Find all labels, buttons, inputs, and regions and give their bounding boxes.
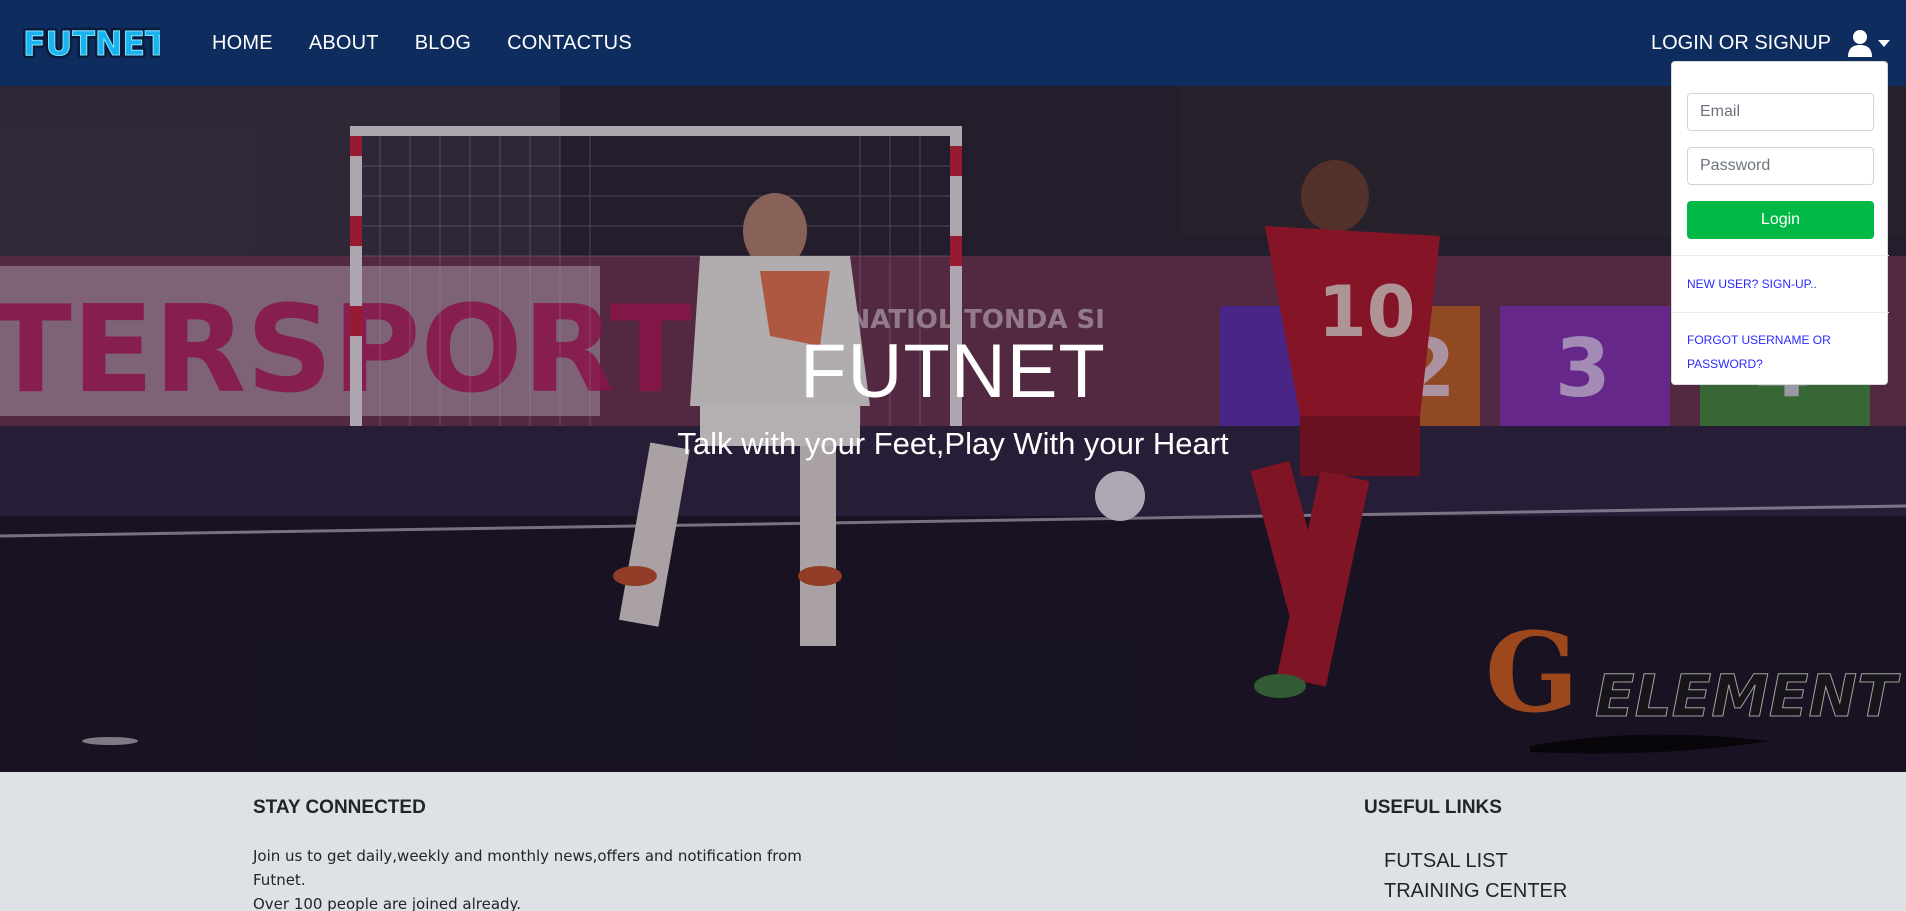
signup-link[interactable]: NEW USER? SIGN-UP.. <box>1687 272 1817 296</box>
hero-title: FUTNET <box>800 329 1106 414</box>
main-nav: HOME ABOUT BLOG CONTACTUS <box>212 0 668 86</box>
nav-blog-link[interactable]: BLOG <box>415 32 471 55</box>
stay-connected-text: Join us to get daily,weekly and monthly … <box>253 844 823 911</box>
useful-links-list: FUTSAL LIST TRAINING CENTER <box>1384 846 1567 906</box>
caret-down-icon <box>1878 39 1890 47</box>
nav-contact-link[interactable]: CONTACTUS <box>507 32 632 55</box>
login-dropdown: Login NEW USER? SIGN-UP.. FORGOT USERNAM… <box>1671 61 1889 385</box>
stay-connected-title: STAY CONNECTED <box>253 797 426 818</box>
dropdown-divider <box>1672 312 1889 313</box>
nav-about-link[interactable]: ABOUT <box>309 32 379 55</box>
hero-section: TERSPORT ASINATIOLITONDA SI 2 3 4 <box>0 86 1906 772</box>
footer: STAY CONNECTED Join us to get daily,week… <box>0 772 1906 911</box>
hero-tagline: Talk with your Feet,Play With your Heart <box>677 426 1229 461</box>
brand-logo[interactable]: FUTNET FUTNET <box>20 20 160 62</box>
futsal-list-link[interactable]: FUTSAL LIST <box>1384 846 1567 876</box>
email-field[interactable] <box>1687 93 1874 131</box>
stay-connected-count: Over 100 people are joined already. <box>253 895 522 911</box>
login-signup-label: LOGIN OR SIGNUP <box>1650 31 1831 54</box>
svg-text:FUTNET: FUTNET <box>23 24 160 62</box>
forgot-password-link[interactable]: FORGOT USERNAME OR PASSWORD? <box>1687 328 1847 376</box>
top-navbar: FUTNET FUTNET HOME ABOUT BLOG CONTACTUS … <box>0 0 1906 86</box>
login-button[interactable]: Login <box>1687 201 1874 239</box>
user-icon <box>1847 29 1873 57</box>
stay-connected-description: Join us to get daily,weekly and monthly … <box>253 847 802 889</box>
useful-links-title: USEFUL LINKS <box>1364 797 1502 818</box>
training-center-link[interactable]: TRAINING CENTER <box>1384 876 1567 906</box>
nav-home-link[interactable]: HOME <box>212 32 273 55</box>
dropdown-divider <box>1672 255 1889 256</box>
password-field[interactable] <box>1687 147 1874 185</box>
